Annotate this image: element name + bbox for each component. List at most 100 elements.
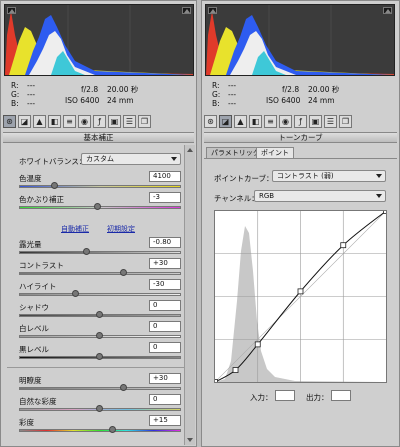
saturation-knob[interactable] [108, 426, 116, 433]
input-field[interactable] [275, 390, 295, 401]
aperture-icon[interactable]: ⊛ [3, 115, 16, 128]
auto-link[interactable]: 自動補正 [61, 224, 89, 234]
tone-curve-graph[interactable] [212, 208, 389, 385]
blacks-field[interactable]: 0 [149, 342, 181, 353]
channel-dropdown[interactable]: RGB [254, 190, 386, 202]
sliders-icon[interactable]: ≡ [264, 115, 277, 128]
scroll-up-icon[interactable] [187, 148, 193, 152]
focal-length: 24 mm [107, 96, 134, 105]
gradient-icon[interactable]: ◧ [249, 115, 262, 128]
curve-point-2[interactable] [254, 341, 261, 348]
output-field[interactable] [331, 390, 351, 401]
panel-tool-strip: ⊛ ◪ ▲ ◧ ≡ ◉ ƒ ▣ ☰ ❐ [3, 115, 151, 129]
presets-icon[interactable]: ☰ [324, 115, 337, 128]
fx-icon[interactable]: ƒ [294, 115, 307, 128]
sliders-icon[interactable]: ≡ [63, 115, 76, 128]
iso: ISO 6400 [266, 96, 301, 105]
gradient-icon[interactable]: ◧ [48, 115, 61, 128]
histogram-graph [5, 5, 193, 75]
camera-icon[interactable]: ▣ [108, 115, 121, 128]
mountain-icon[interactable]: ▲ [33, 115, 46, 128]
iso: ISO 6400 [65, 96, 100, 105]
b-label: B: [212, 99, 220, 108]
aperture-icon[interactable]: ⊛ [204, 115, 217, 128]
aperture: f/2.8 [282, 85, 300, 94]
tone-curve-icon[interactable]: ◪ [219, 115, 232, 128]
channel-label: チャンネル： [214, 194, 259, 203]
input-label: 入力： [250, 393, 273, 402]
shadow-clipping-icon[interactable] [208, 7, 217, 14]
vibrance-label: 自然な彩度 [19, 397, 57, 406]
histogram [205, 4, 395, 76]
point-curve-dropdown[interactable]: コントラスト (弱) [272, 170, 386, 182]
vibrance-field[interactable]: 0 [149, 394, 181, 405]
curve-point-0[interactable] [212, 379, 218, 385]
tone-curve-icon[interactable]: ◪ [18, 115, 31, 128]
aperture: f/2.8 [81, 85, 99, 94]
highlights-label: ハイライト [19, 282, 57, 291]
panel-title: トーンカーブ [204, 132, 397, 143]
saturation-label: 彩度 [19, 418, 34, 427]
left-panel: R: --- G: --- B: --- f/2.8 20.00 秒 ISO 6… [0, 0, 197, 447]
contrast-field[interactable]: +30 [149, 258, 181, 269]
blacks-label: 黒レベル [19, 345, 49, 354]
tab-divider [204, 158, 397, 159]
focal-length: 24 mm [308, 96, 335, 105]
white-balance-label: ホワイトバランス： [19, 157, 87, 166]
default-link[interactable]: 初期設定 [107, 224, 135, 234]
lens-icon[interactable]: ◉ [78, 115, 91, 128]
highlight-clipping-icon[interactable] [182, 7, 191, 14]
clarity-field[interactable]: +30 [149, 373, 181, 384]
highlights-field[interactable]: -30 [149, 279, 181, 290]
whites-field[interactable]: 0 [149, 321, 181, 332]
clarity-label: 明瞭度 [19, 376, 42, 385]
highlights-knob[interactable] [71, 290, 79, 297]
point-curve-label: ポイントカーブ： [214, 174, 274, 183]
shadows-knob[interactable] [96, 311, 103, 318]
curve-point-5[interactable] [383, 208, 389, 214]
chevron-down-icon [376, 194, 382, 198]
snapshots-icon[interactable]: ❐ [138, 115, 151, 128]
snapshots-icon[interactable]: ❐ [339, 115, 352, 128]
temperature-knob[interactable] [50, 182, 58, 189]
temperature-slider[interactable] [19, 185, 181, 188]
exposure-slider[interactable] [19, 251, 181, 254]
temperature-label: 色温度 [19, 174, 42, 183]
panel-tool-strip: ⊛ ◪ ▲ ◧ ≡ ◉ ƒ ▣ ☰ ❐ [204, 115, 352, 129]
clarity-slider[interactable] [19, 387, 181, 390]
highlights-slider[interactable] [19, 293, 181, 296]
white-balance-value: カスタム [86, 155, 114, 163]
divider [7, 367, 185, 368]
vibrance-knob[interactable] [96, 405, 103, 412]
tone-curve-editor[interactable] [212, 208, 389, 385]
saturation-field[interactable]: +15 [149, 415, 181, 426]
shadows-label: シャドウ [19, 303, 49, 312]
whites-knob[interactable] [96, 332, 103, 339]
presets-icon[interactable]: ☰ [123, 115, 136, 128]
blacks-knob[interactable] [96, 353, 103, 360]
highlight-clipping-icon[interactable] [383, 7, 392, 14]
scroll-down-icon[interactable] [187, 438, 193, 442]
contrast-slider[interactable] [19, 272, 181, 275]
output-label: 出力： [306, 393, 329, 402]
curve-point-3[interactable] [297, 288, 304, 295]
curve-point-4[interactable] [340, 242, 347, 249]
fx-icon[interactable]: ƒ [93, 115, 106, 128]
mountain-icon[interactable]: ▲ [234, 115, 247, 128]
shadows-field[interactable]: 0 [149, 300, 181, 311]
tint-field[interactable]: -3 [149, 192, 181, 203]
saturation-slider[interactable] [19, 429, 181, 432]
camera-readout: R: --- G: --- B: --- f/2.8 20.00 秒 ISO 6… [5, 79, 195, 109]
exposure-knob[interactable] [83, 248, 91, 255]
histogram-graph [206, 5, 394, 75]
white-balance-dropdown[interactable]: カスタム [81, 153, 181, 165]
shadow-clipping-icon[interactable] [7, 7, 16, 14]
temperature-field[interactable]: 4100 [149, 171, 181, 182]
scrollbar[interactable] [184, 145, 195, 445]
lens-icon[interactable]: ◉ [279, 115, 292, 128]
channel-value: RGB [259, 192, 275, 200]
camera-icon[interactable]: ▣ [309, 115, 322, 128]
curve-point-1[interactable] [232, 367, 239, 373]
tab-point[interactable]: ポイント [256, 147, 294, 158]
exposure-field[interactable]: -0.80 [149, 237, 181, 248]
